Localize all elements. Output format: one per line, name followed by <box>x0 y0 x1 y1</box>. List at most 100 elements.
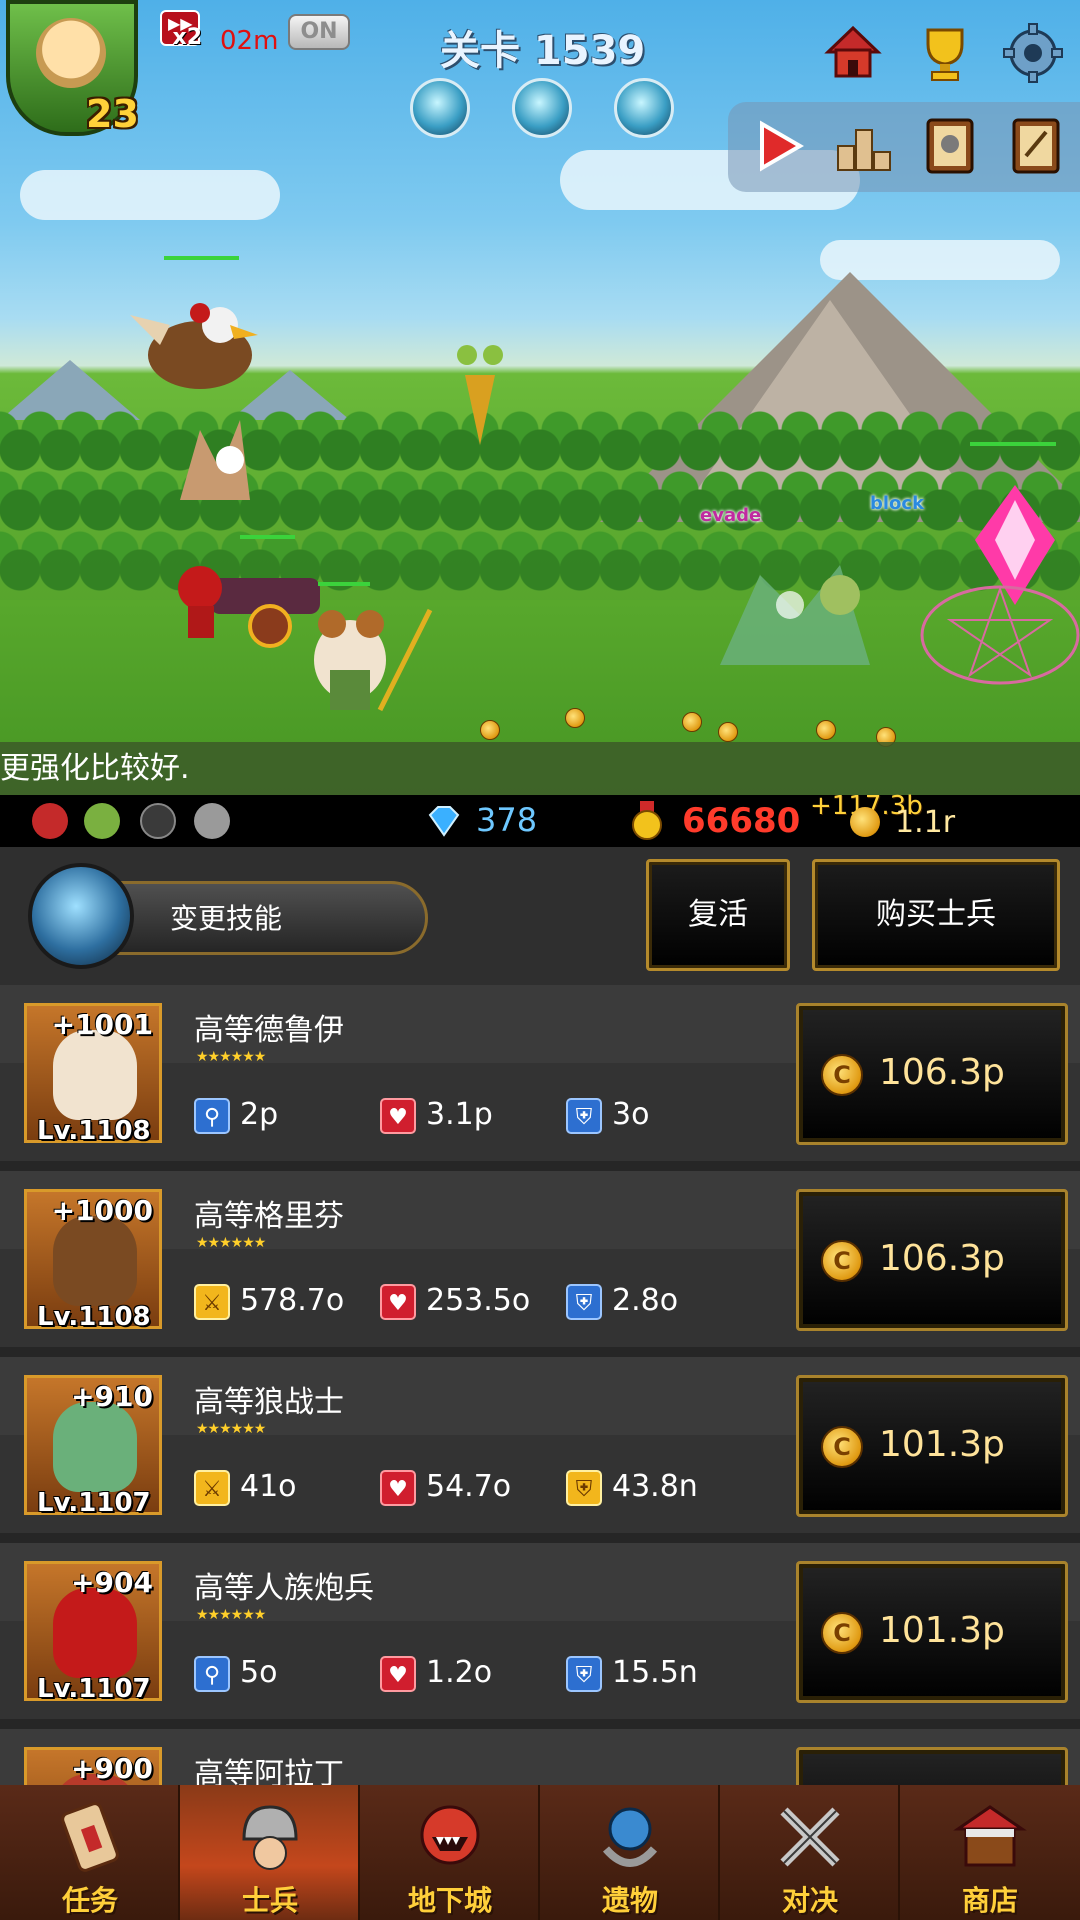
tab-relics[interactable]: 遗物 <box>540 1785 720 1920</box>
attack-stat: ⚲ 2p <box>194 1095 278 1135</box>
soldier-book-icon[interactable] <box>920 116 980 176</box>
gold-coin-icon: C <box>821 1612 863 1654</box>
gold-coin-drop[interactable] <box>480 720 500 740</box>
shield-icon: ⛨ <box>566 1655 602 1692</box>
attack-value: 2p <box>240 1097 279 1132</box>
soldier-level: Lv.1107 <box>37 1488 151 1518</box>
soldier-name: 高等人族炮兵 <box>194 1571 374 1606</box>
tab-duel[interactable]: 对决 <box>720 1785 900 1920</box>
soldier-portrait[interactable]: +900 <box>24 1747 162 1785</box>
skill-target-icon[interactable] <box>512 78 572 138</box>
griffin-rider-unit[interactable] <box>130 285 270 405</box>
auto-toggle[interactable]: ON <box>288 14 350 50</box>
tab-soldiers[interactable]: 士兵 <box>180 1785 360 1920</box>
bottom-nav: 任务 士兵 地下城 遗物 对决 商店 <box>0 1785 1080 1920</box>
magic-wand-icon: ⚲ <box>194 1097 230 1134</box>
gem-icon <box>426 803 462 839</box>
battle-scene: evade block 23 ▶▶ x2 02m ON 关卡 1539 更强化比… <box>0 0 1080 795</box>
soldier-name: 高等狼战士 <box>194 1385 344 1420</box>
skill-wings-icon[interactable] <box>614 78 674 138</box>
gold-rate: 1.1r <box>895 805 956 840</box>
star-rating: ★★★★★★ <box>196 1235 266 1251</box>
soldier-list[interactable]: +1001 Lv.1108 高等德鲁伊 ★★★★★★ ⚲ 2p ♥ 3.1p ⛨ 3o… <box>0 985 1080 1785</box>
upgrade-count: +910 <box>71 1380 153 1413</box>
gear-icon[interactable] <box>1002 22 1064 84</box>
soldier-portrait[interactable]: +1000 Lv.1108 <box>24 1189 162 1332</box>
tab-shop[interactable]: 商店 <box>900 1785 1080 1920</box>
defense-value: 15.5n <box>612 1655 698 1690</box>
skill-tower-icon[interactable] <box>410 78 470 138</box>
gold-coin-drop[interactable] <box>565 708 585 728</box>
house-icon[interactable] <box>822 22 884 84</box>
scroll-icon <box>50 1797 130 1877</box>
griffin-portrait <box>53 1216 137 1306</box>
unit-hp-bar[interactable] <box>318 582 370 586</box>
tab-label: 遗物 <box>601 1884 658 1917</box>
golden-totem <box>455 335 505 445</box>
upgrade-button[interactable]: C 106.3p <box>796 1189 1068 1331</box>
soldier-portrait[interactable]: +1001 Lv.1108 <box>24 1003 162 1146</box>
upgrade-count: +1000 <box>51 1194 153 1227</box>
unit-hp-bar[interactable] <box>164 256 239 260</box>
elf-portrait <box>36 18 106 88</box>
revive-button[interactable]: 复活 <box>646 859 790 971</box>
shield-icon: ⛨ <box>566 1283 602 1320</box>
gold-coin-icon: C <box>821 1426 863 1468</box>
star-rating: ★★★★★★ <box>196 1607 266 1623</box>
stage-label: 关卡 1539 <box>440 28 646 74</box>
defense-value: 3o <box>612 1097 650 1132</box>
upgrade-button[interactable]: C 106.3p <box>796 1003 1068 1145</box>
gold-count: 66680 <box>682 801 801 841</box>
gold-coin-icon <box>850 807 880 837</box>
crossed-swords-icon <box>770 1797 850 1877</box>
shield-icon: ⛨ <box>566 1097 602 1134</box>
party-member-elf-icon[interactable] <box>84 803 120 839</box>
ranking-podium-icon[interactable] <box>834 116 894 176</box>
eagle-unit[interactable] <box>170 410 260 510</box>
buy-soldier-button[interactable]: 购买士兵 <box>812 859 1060 971</box>
wolf-warrior-enemy[interactable] <box>700 545 890 675</box>
tab-label: 地下城 <box>407 1884 492 1917</box>
soldier-row: +904 Lv.1107 高等人族炮兵 ★★★★★★ ⚲ 5o ♥ 1.2o ⛨ 15… <box>0 1543 1080 1719</box>
attack-value: 41o <box>240 1469 297 1504</box>
soldier-portrait[interactable]: +910 Lv.1107 <box>24 1375 162 1518</box>
gold-coin-drop[interactable] <box>682 712 702 732</box>
soldier-portrait[interactable]: +904 Lv.1107 <box>24 1561 162 1704</box>
upgrade-button[interactable]: C 101.3p <box>796 1375 1068 1517</box>
play-icon[interactable] <box>748 116 808 176</box>
helmet-icon <box>230 1797 310 1877</box>
upgrade-price: 101.3p <box>879 1610 1005 1651</box>
upgrade-button[interactable]: C 101.3p <box>796 1561 1068 1703</box>
unit-hp-bar[interactable] <box>240 535 295 539</box>
tab-quests[interactable]: 任务 <box>0 1785 180 1920</box>
hp-value: 3.1p <box>426 1097 493 1132</box>
heart-icon: ♥ <box>380 1097 416 1134</box>
evade-text: evade <box>700 505 762 526</box>
druid-unit[interactable] <box>290 600 440 720</box>
quest-book-icon[interactable] <box>1006 116 1066 176</box>
enemy-hp-bar[interactable] <box>970 442 1056 446</box>
hp-stat: ♥ 253.5o <box>380 1281 530 1321</box>
quick-menu-panel <box>728 102 1080 192</box>
party-member-warrior-icon[interactable] <box>32 803 68 839</box>
upgrade-price: 106.3p <box>879 1052 1005 1093</box>
defense-stat: ⛨ 3o <box>566 1095 649 1135</box>
trophy-icon[interactable] <box>914 22 976 84</box>
magic-wand-icon: ⚲ <box>194 1655 230 1692</box>
defense-stat: ⛨ 43.8n <box>566 1467 698 1507</box>
upgrade-button[interactable] <box>796 1747 1068 1785</box>
speed-boost-icon[interactable]: ▶▶ x2 <box>160 10 202 50</box>
gold-coin-drop[interactable] <box>816 720 836 740</box>
party-member-robot-icon[interactable] <box>194 803 230 839</box>
star-rating: ★★★★★★ <box>196 1049 266 1065</box>
speed-boost-time: 02m <box>220 26 279 56</box>
tab-dungeon[interactable]: 地下城 <box>360 1785 540 1920</box>
upgrade-price: 101.3p <box>879 1424 1005 1465</box>
upgrade-count: +1001 <box>51 1008 153 1041</box>
cloud <box>20 170 280 220</box>
change-skill-button[interactable]: 变更技能 <box>28 861 428 971</box>
gold-coin-drop[interactable] <box>718 722 738 742</box>
soldier-row: +1001 Lv.1108 高等德鲁伊 ★★★★★★ ⚲ 2p ♥ 3.1p ⛨ 3o… <box>0 985 1080 1161</box>
party-member-knight-icon[interactable] <box>140 803 176 839</box>
attack-stat: ⚔ 41o <box>194 1467 297 1507</box>
